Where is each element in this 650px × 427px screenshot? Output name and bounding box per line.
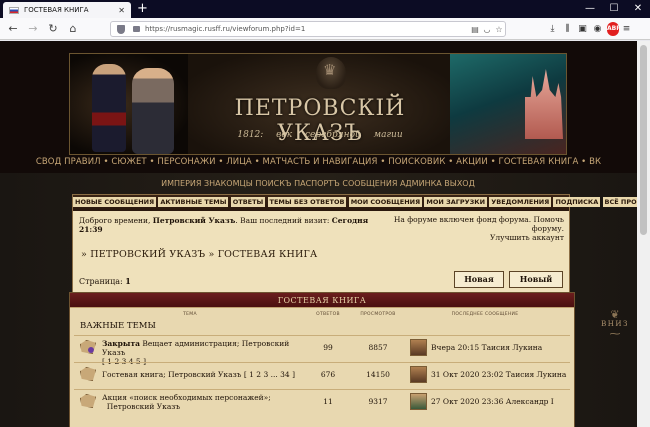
welcome-text: Доброго времени, Петровский Указъ. Ваш п…	[79, 216, 379, 234]
topic-row: Гостевая книга; Петровский Указъ [ 1 2 3…	[74, 362, 570, 388]
link-active-topics[interactable]: АКТИВНЫЕ ТЕМЫ	[158, 197, 229, 207]
topics-section: ГОСТЕВАЯ КНИГА ТЕМА ОТВЕТОВ ПРОСМОТРОВ П…	[69, 292, 575, 427]
lock-icon[interactable]	[133, 26, 140, 32]
menu-icon[interactable]: ≡	[619, 22, 634, 36]
forum-banner: ПЕТРОВСКIЙ УКАЗЪ 1812: век серебряной ма…	[69, 53, 567, 155]
back-arrow-icon[interactable]: ←	[6, 22, 20, 36]
topic-views: 14150	[366, 370, 390, 379]
library-icon[interactable]: ⫼	[560, 22, 575, 36]
new-topic-button[interactable]: Новая тема	[454, 271, 504, 299]
last-visit-label: . Ваш последний визит:	[235, 216, 330, 225]
topic-last-post[interactable]: Вчера 20:15 Таисия Лукина	[431, 343, 571, 352]
banner-figure-man	[92, 64, 126, 152]
topic-icon	[80, 394, 96, 408]
pagination: Страница: 1	[79, 276, 131, 286]
topic-title[interactable]: Гостевая книга; Петровский Указъ [ 1 2 3…	[102, 370, 307, 379]
user-navigation[interactable]: ИМПЕРИЯ ЗНАКОМЦЫ ПОИСКЪ ПАСПОРТЪ СООБЩЕН…	[69, 179, 567, 193]
breadcrumb[interactable]: » ПЕТРОВСКИЙ УКАЗЪ » ГОСТЕВАЯ КНИГА	[81, 249, 317, 260]
link-notifications[interactable]: УВЕДОМЛЕНИЯ	[489, 197, 552, 207]
section-title: ГОСТЕВАЯ КНИГА	[70, 293, 574, 308]
pocket-icon[interactable]: ◡	[481, 25, 493, 34]
topic-views: 9317	[368, 397, 388, 406]
tracking-shield-icon[interactable]	[117, 24, 125, 34]
sidebar-icon[interactable]: ▣	[575, 22, 590, 36]
new-tab-button[interactable]: +	[137, 1, 148, 17]
topic-icon	[80, 367, 96, 381]
home-icon[interactable]: ⌂	[66, 22, 80, 36]
topic-replies: 676	[320, 370, 336, 379]
link-my-posts[interactable]: МОИ СООБЩЕНИЯ	[348, 197, 423, 207]
topic-row: Акция «поиск необходимых персонажей»; Пе…	[74, 389, 570, 415]
account-icon[interactable]: ◉	[590, 22, 605, 36]
ornament-icon: ❦	[610, 308, 620, 321]
topic-replies: 11	[323, 397, 333, 406]
forward-arrow-icon[interactable]: →	[26, 22, 40, 36]
url-text[interactable]: https://rusmagic.rusff.ru/viewforum.php?…	[145, 25, 469, 33]
window-controls: — ☐ ✕	[578, 0, 650, 18]
scroll-down-link[interactable]: ❦ ВНИЗ ⁓	[598, 309, 632, 343]
minimize-button[interactable]: —	[578, 0, 602, 18]
reader-view-icon[interactable]: ▤	[469, 25, 481, 34]
tab-close-icon[interactable]: ✕	[118, 6, 125, 15]
avatar[interactable]	[410, 393, 427, 410]
link-subscriptions[interactable]: ПОДПИСКА	[553, 197, 601, 207]
topic-last-post[interactable]: 31 Окт 2020 23:02 Таисия Лукина	[431, 370, 571, 379]
main-navigation[interactable]: СВОД ПРАВИЛ • СЮЖЕТ • ПЕРСОНАЖИ • ЛИЦА •…	[0, 157, 637, 171]
favicon-icon	[9, 6, 19, 14]
bookmark-star-icon[interactable]: ☆	[493, 25, 505, 34]
greeting-label: Доброго времени,	[79, 216, 151, 225]
pagination-label: Страница:	[79, 277, 123, 286]
topic-last-post[interactable]: 27 Окт 2020 23:36 Александр I	[431, 397, 571, 406]
topic-replies: 99	[323, 343, 333, 352]
important-topics-heading: ВАЖНЫЕ ТЕМЫ	[80, 321, 156, 331]
topic-author[interactable]: Петровский Указъ	[107, 402, 180, 411]
top-links: НОВЫЕ СООБЩЕНИЯ АКТИВНЫЕ ТЕМЫ ОТВЕТЫ ТЕМ…	[73, 197, 637, 207]
banner-figure-woman	[132, 68, 174, 154]
scrollbar-thumb[interactable]	[640, 45, 647, 235]
col-last-post-header: ПОСЛЕДНЕЕ СООБЩЕНИЕ	[451, 312, 519, 317]
maximize-button[interactable]: ☐	[602, 0, 626, 18]
topic-views: 8857	[368, 343, 388, 352]
browser-toolbar: ← → ↻ ⌂ https://rusmagic.rusff.ru/viewfo…	[0, 18, 650, 40]
avatar[interactable]	[410, 339, 427, 356]
ornament-icon: ⁓	[609, 327, 621, 340]
closed-topic-icon	[80, 340, 96, 354]
upgrade-account-link[interactable]: Улучшить аккаунт	[381, 233, 564, 242]
adblock-icon[interactable]: ABP	[607, 22, 621, 36]
link-my-uploads[interactable]: МОИ ЗАГРУЗКИ	[424, 197, 488, 207]
page-scrollbar[interactable]	[637, 41, 650, 427]
avatar[interactable]	[410, 366, 427, 383]
notice-line[interactable]: На форуме включен фонд форума. Помочь фо…	[381, 215, 564, 233]
username[interactable]: Петровский Указъ	[153, 216, 236, 225]
link-mark-read[interactable]: ВСЁ ПРОЧИТАНО	[602, 197, 637, 207]
topic-link[interactable]: Гостевая книга; Петровский Указъ [ 1 2 3…	[102, 370, 295, 379]
address-bar[interactable]: https://rusmagic.rusff.ru/viewforum.php?…	[110, 21, 506, 37]
col-views-header: ПРОСМОТРОВ	[360, 312, 396, 317]
forum-frame: НОВЫЕ СООБЩЕНИЯ АКТИВНЫЕ ТЕМЫ ОТВЕТЫ ТЕМ…	[69, 194, 637, 427]
eagle-emblem-icon	[316, 57, 346, 89]
topic-prefix: Закрыта	[102, 339, 140, 348]
topic-link[interactable]: Акция «поиск необходимых персонажей»;	[102, 393, 271, 402]
browser-tab[interactable]: ГОСТЕВАЯ КНИГА ✕	[3, 2, 131, 18]
download-icon[interactable]: ⤓	[545, 22, 560, 36]
page-viewport: ПЕТРОВСКIЙ УКАЗЪ 1812: век серебряной ма…	[0, 41, 637, 427]
close-window-button[interactable]: ✕	[626, 0, 650, 18]
reload-icon[interactable]: ↻	[46, 22, 60, 36]
link-unanswered[interactable]: ТЕМЫ БЕЗ ОТВЕТОВ	[267, 197, 347, 207]
forum-notice: На форуме включен фонд форума. Помочь фо…	[381, 215, 564, 242]
toolbar-extensions: ⤓ ⫼ ▣ ◉ ABP ≡	[545, 22, 634, 36]
new-poll-button[interactable]: Новый опрос	[509, 271, 563, 299]
topic-title[interactable]: Акция «поиск необходимых персонажей»; Пе…	[102, 393, 307, 411]
tab-title: ГОСТЕВАЯ КНИГА	[24, 6, 89, 14]
col-replies-header: ОТВЕТОВ	[316, 312, 340, 317]
topic-row: Закрыта Вещает администрация; Петровский…	[74, 335, 571, 366]
browser-tab-bar: ГОСТЕВАЯ КНИГА ✕ + — ☐ ✕	[0, 0, 650, 18]
current-page: 1	[125, 276, 131, 286]
forum-subtitle: 1812: век серебряной магии	[237, 130, 403, 140]
link-replies[interactable]: ОТВЕТЫ	[230, 197, 266, 207]
col-topic-header: ТЕМА	[183, 312, 197, 317]
link-new-posts[interactable]: НОВЫЕ СООБЩЕНИЯ	[73, 197, 157, 207]
